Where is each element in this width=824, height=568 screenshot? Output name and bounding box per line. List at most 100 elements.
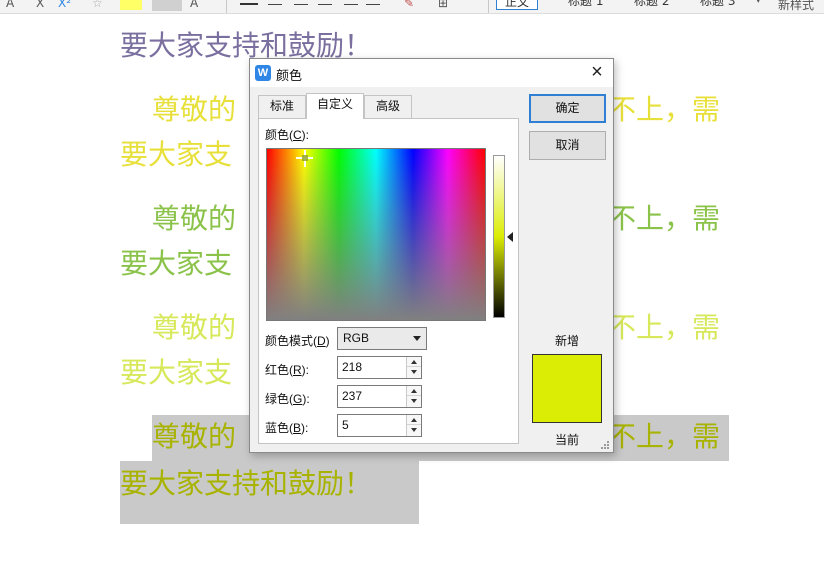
- style-heading-1[interactable]: 标题 1: [560, 0, 611, 10]
- distribute-icon[interactable]: [344, 4, 358, 5]
- doc-paragraph-start[interactable]: 尊敬的: [152, 201, 236, 237]
- label-text: 颜色模式(: [265, 334, 317, 348]
- decrement-icon[interactable]: [407, 425, 421, 435]
- green-value[interactable]: 237: [342, 389, 362, 403]
- slider-arrow-icon[interactable]: [507, 232, 513, 242]
- grip-dot: [604, 444, 606, 446]
- text-color-icon[interactable]: [152, 0, 182, 11]
- select-value: RGB: [343, 331, 370, 345]
- label-text: ):: [302, 392, 310, 406]
- effects-icon[interactable]: ☆: [92, 0, 103, 10]
- dialog-title: 颜色: [276, 68, 303, 83]
- toolbar-separator: [488, 0, 489, 13]
- resize-grip-icon[interactable]: [600, 440, 610, 450]
- doc-paragraph-end[interactable]: 不上，需: [608, 92, 720, 128]
- access-key: C: [293, 128, 302, 142]
- label-text: ):: [301, 363, 310, 377]
- label-text: 红色(: [265, 363, 293, 377]
- color-spectrum-picker[interactable]: [266, 148, 486, 321]
- justify-icon[interactable]: [318, 4, 332, 5]
- increment-icon[interactable]: [407, 357, 421, 367]
- doc-paragraph-cont[interactable]: 要大家支: [120, 355, 232, 391]
- doc-paragraph-cont[interactable]: 要大家支持和鼓励！: [120, 466, 372, 502]
- crosshair-icon[interactable]: [296, 150, 313, 167]
- border-icon[interactable]: ⊞: [438, 0, 448, 10]
- tab-custom[interactable]: 自定义: [306, 93, 364, 119]
- current-color-label: 当前: [555, 433, 580, 447]
- access-key: G: [293, 392, 303, 406]
- increment-icon[interactable]: [407, 415, 421, 425]
- style-normal[interactable]: 正文: [496, 0, 539, 10]
- line-spacing-icon[interactable]: [366, 4, 380, 5]
- font-size-icon[interactable]: A: [6, 0, 14, 10]
- color-mode-select[interactable]: RGB: [337, 327, 427, 350]
- style-gallery-chevron-icon[interactable]: ▾: [756, 0, 761, 6]
- align-left-icon[interactable]: [240, 3, 258, 5]
- access-key: B: [293, 421, 302, 435]
- dialog-titlebar[interactable]: W 颜色 ×: [250, 59, 613, 87]
- ok-button[interactable]: 确定: [529, 94, 606, 123]
- label-text: ): [325, 334, 330, 348]
- paint-format-icon[interactable]: ✎: [404, 0, 414, 10]
- label-text: 蓝色(: [265, 421, 293, 435]
- cancel-button[interactable]: 取消: [529, 131, 606, 160]
- blue-label: 蓝色(B):: [265, 419, 308, 436]
- wps-app-icon: W: [255, 65, 271, 81]
- doc-paragraph-start[interactable]: 尊敬的: [152, 92, 236, 128]
- tab-standard[interactable]: 标准: [258, 95, 306, 118]
- access-key: R: [293, 363, 302, 377]
- close-icon[interactable]: ×: [584, 61, 610, 85]
- doc-paragraph-end[interactable]: 不上，需: [608, 419, 720, 455]
- decrement-icon[interactable]: [407, 396, 421, 406]
- luminance-slider[interactable]: [493, 155, 505, 318]
- crosshair-center: [302, 155, 308, 161]
- blue-value[interactable]: 5: [342, 418, 349, 432]
- grip-dot: [607, 441, 609, 443]
- new-color-label: 新增: [555, 334, 580, 348]
- grip-dot: [604, 447, 606, 449]
- red-value[interactable]: 218: [342, 360, 362, 374]
- color-dialog: W 颜色 × 标准 自定义 高级 颜色(C): 颜色模式(D) RGB 红色(R…: [249, 58, 614, 453]
- align-right-icon[interactable]: [294, 4, 308, 5]
- color-label: 颜色(C):: [265, 126, 309, 143]
- style-heading-3[interactable]: 标题 3: [692, 0, 743, 10]
- green-stepper[interactable]: 237: [337, 385, 422, 408]
- superscript-icon[interactable]: X²: [58, 0, 71, 10]
- grip-dot: [607, 444, 609, 446]
- access-key: D: [317, 334, 326, 348]
- doc-paragraph-end[interactable]: 不上，需: [608, 201, 720, 237]
- chevron-down-icon[interactable]: [413, 336, 421, 341]
- clear-format-icon[interactable]: X: [36, 0, 44, 10]
- label-text: ):: [301, 128, 310, 142]
- green-label: 绿色(G):: [265, 390, 310, 407]
- color-mode-label: 颜色模式(D): [265, 332, 330, 349]
- new-style-button[interactable]: 新样式: [778, 0, 814, 13]
- toolbar-separator: [226, 0, 227, 13]
- label-text: ):: [301, 421, 309, 435]
- tab-advanced[interactable]: 高级: [364, 95, 412, 118]
- doc-paragraph-start[interactable]: 尊敬的: [152, 310, 236, 346]
- stepper-buttons: [406, 357, 421, 378]
- stepper-buttons: [406, 386, 421, 407]
- label-text: 绿色(: [265, 392, 293, 406]
- doc-paragraph-start[interactable]: 尊敬的: [152, 419, 236, 455]
- red-stepper[interactable]: 218: [337, 356, 422, 379]
- red-label: 红色(R):: [265, 361, 309, 378]
- align-center-icon[interactable]: [268, 4, 282, 5]
- ribbon-toolbar: A X X² ☆ A ✎ ⊞ 正文 标题 1 标题 2 标题 3 ▾ 新样式: [0, 0, 824, 14]
- grip-dot: [601, 447, 603, 449]
- label-text: 颜色(: [265, 128, 293, 142]
- decrement-icon[interactable]: [407, 367, 421, 377]
- stepper-buttons: [406, 415, 421, 436]
- custom-tab-panel: 颜色(C): 颜色模式(D) RGB 红色(R): 218 绿色(G): 237…: [258, 118, 519, 444]
- doc-paragraph-end[interactable]: 不上，需: [608, 310, 720, 346]
- highlight-icon[interactable]: [120, 0, 142, 10]
- blue-stepper[interactable]: 5: [337, 414, 422, 437]
- grip-dot: [607, 447, 609, 449]
- char-shading-icon[interactable]: A: [190, 0, 198, 10]
- increment-icon[interactable]: [407, 386, 421, 396]
- color-preview-swatch: [532, 354, 602, 423]
- doc-paragraph-cont[interactable]: 要大家支: [120, 246, 232, 282]
- style-heading-2[interactable]: 标题 2: [626, 0, 677, 10]
- doc-paragraph-cont[interactable]: 要大家支: [120, 137, 232, 173]
